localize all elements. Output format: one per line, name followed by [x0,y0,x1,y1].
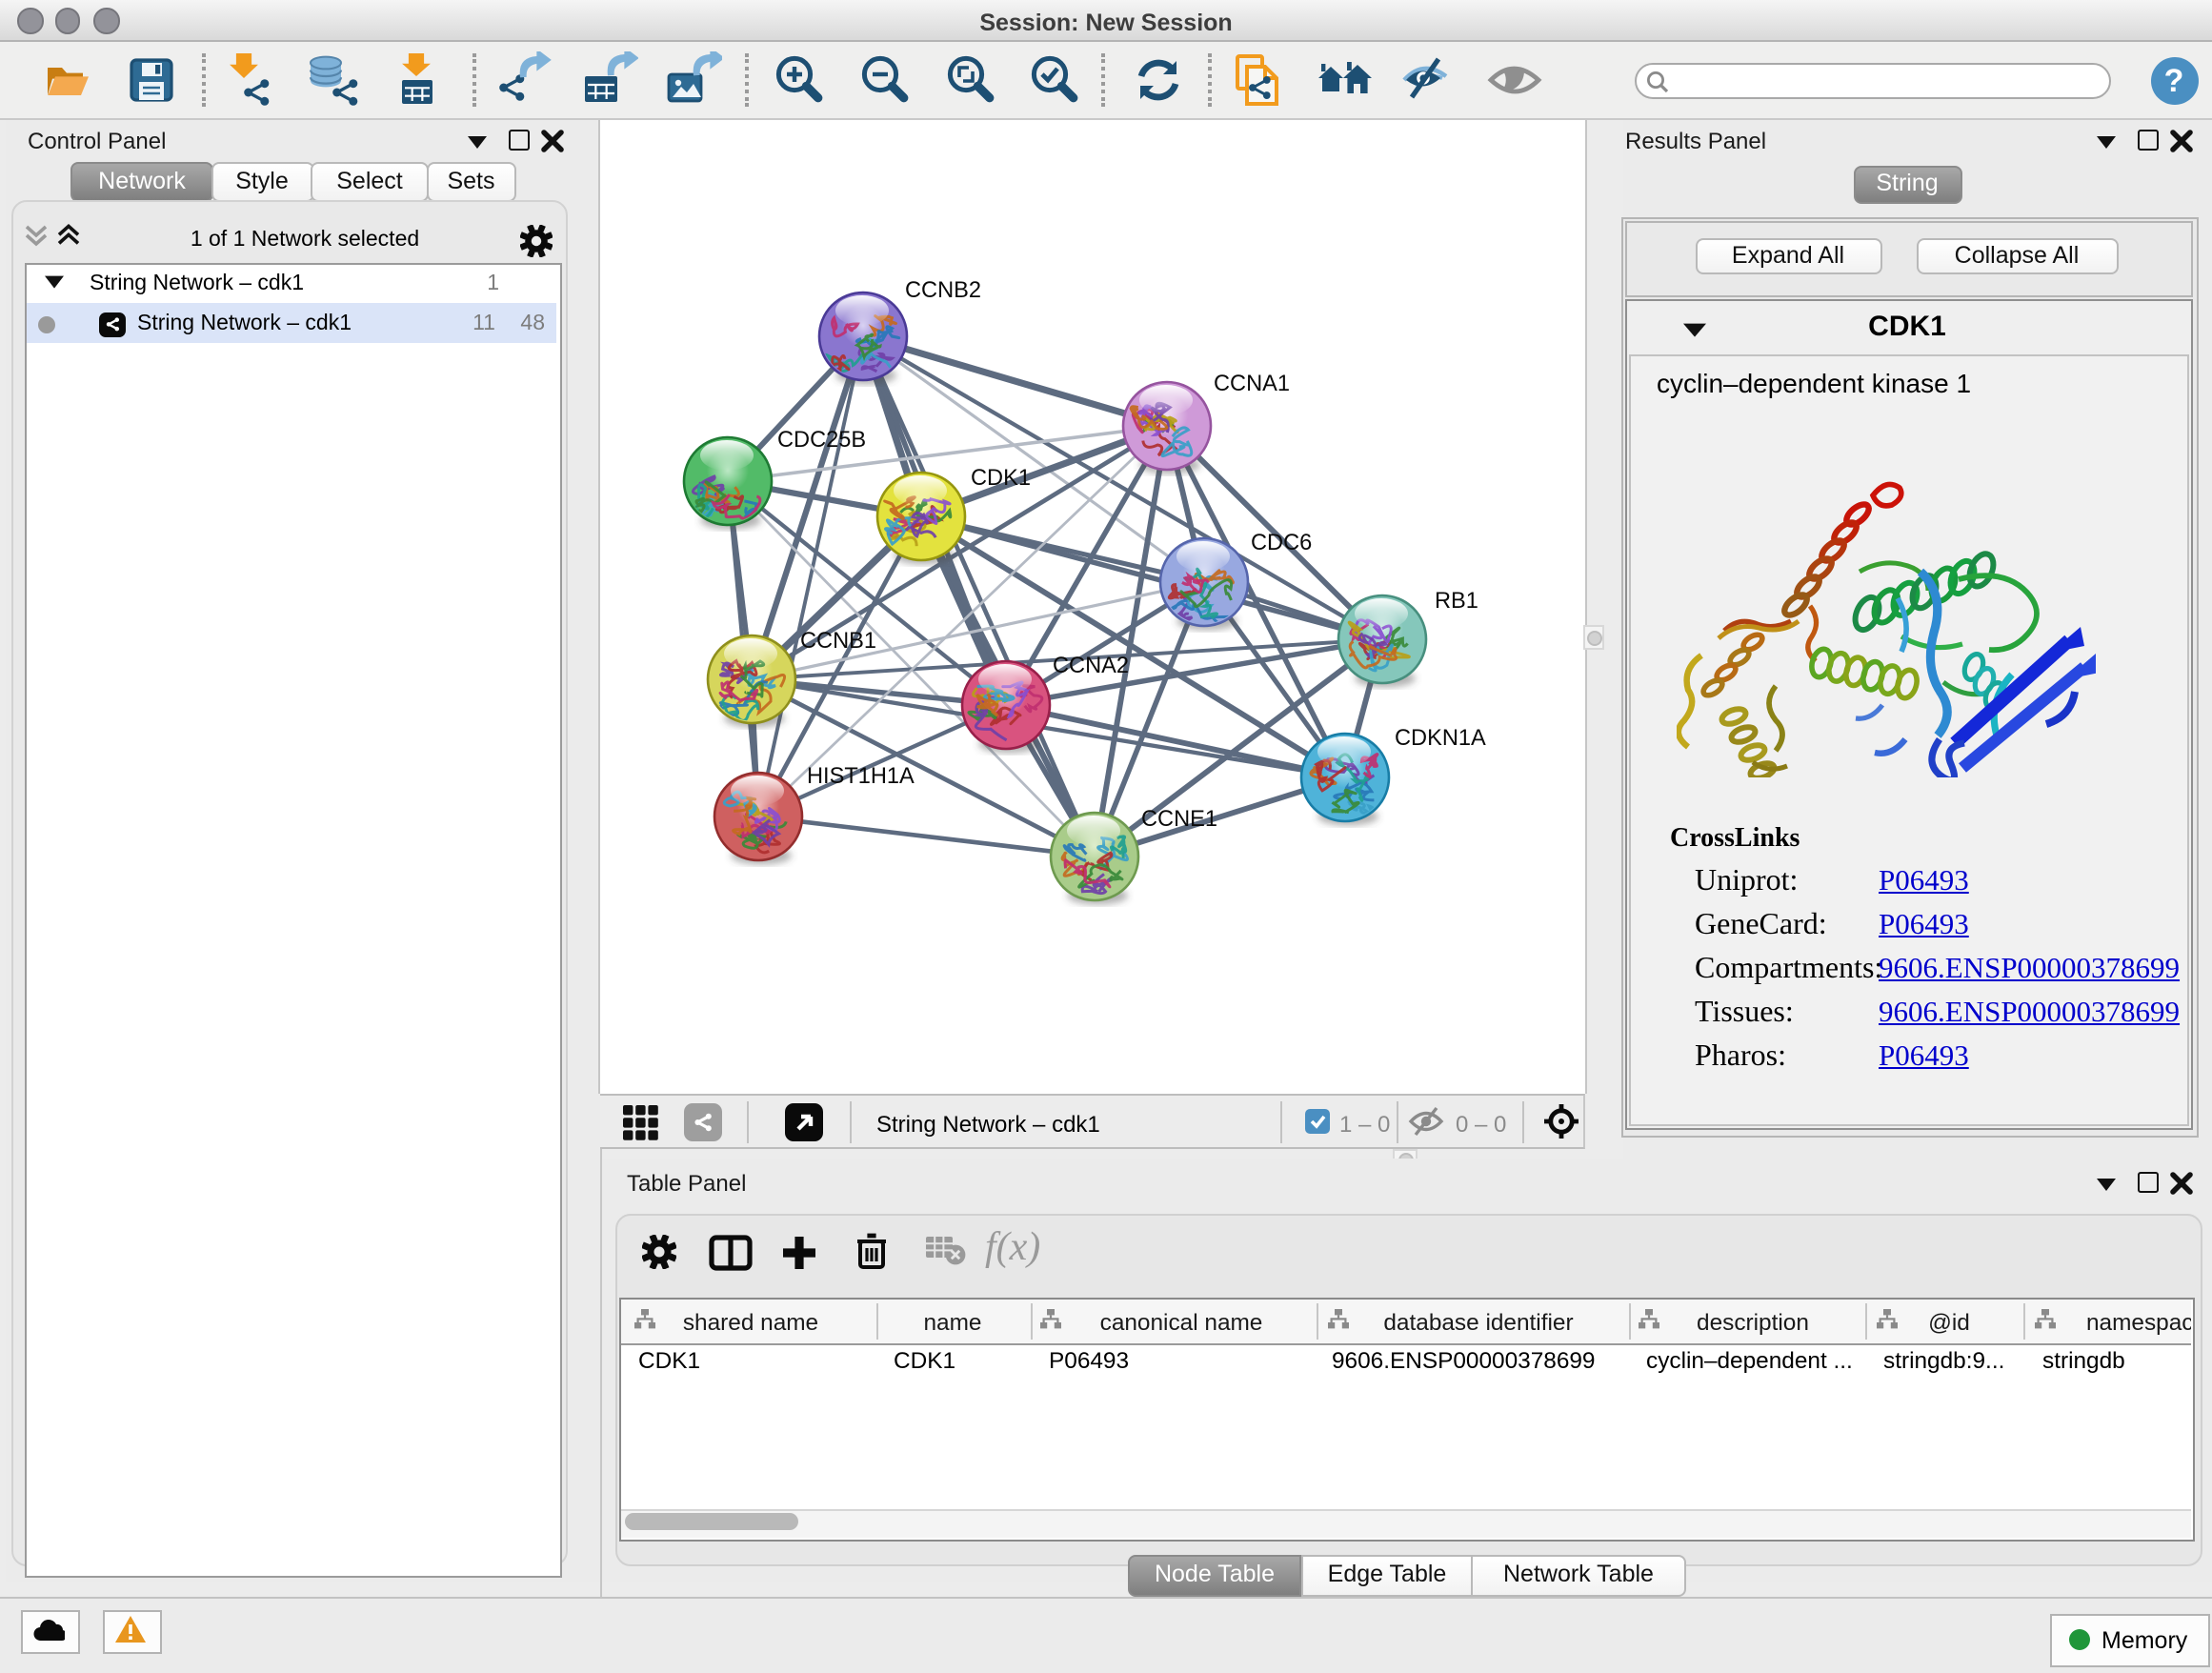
svg-text:CDC25B: CDC25B [777,428,866,453]
svg-text:CCNB1: CCNB1 [800,629,876,654]
svg-text:CDK1: CDK1 [971,466,1031,491]
svg-text:HIST1H1A: HIST1H1A [807,764,915,789]
svg-text:CDC6: CDC6 [1251,531,1312,555]
svg-text:CCNA1: CCNA1 [1214,372,1290,396]
svg-text:CCNE1: CCNE1 [1141,807,1217,832]
svg-text:CCNA2: CCNA2 [1053,654,1129,678]
svg-text:CCNB2: CCNB2 [905,278,981,303]
svg-text:CDKN1A: CDKN1A [1395,726,1486,751]
svg-text:RB1: RB1 [1435,589,1478,614]
